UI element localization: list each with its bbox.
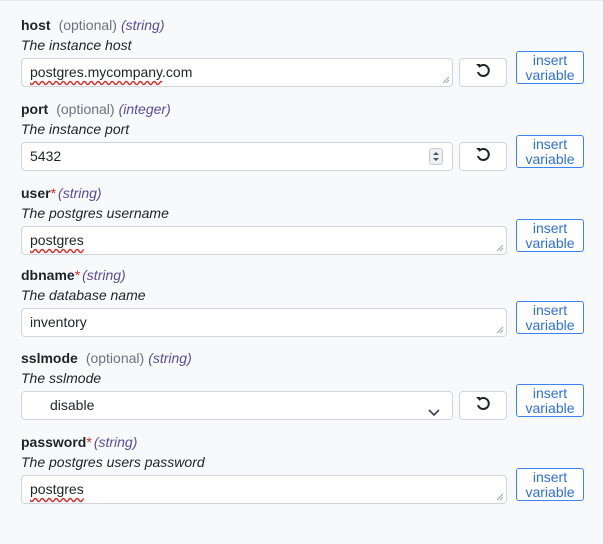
insert-variable-button[interactable]: insert variable [516,301,584,334]
field-description: The instance port [21,121,130,137]
input-value: 5432 [30,148,62,164]
resize-grip-icon[interactable] [496,493,504,501]
number-spinner-icon[interactable] [429,148,443,165]
required-marker: * [86,434,92,450]
sslmode-select[interactable]: disable [21,391,453,420]
field-type: (string) [58,185,102,201]
host-input[interactable]: postgres.mycompany.com [21,58,453,87]
required-marker: * [74,267,81,283]
field-header: dbname* (string) [21,266,126,284]
required-marker: * [50,185,57,201]
field-type: (string) [82,267,126,283]
insert-variable-button[interactable]: insert variable [516,219,584,252]
optional-label: (optional) [58,17,117,33]
input-value-misspelled: postgres.mycompany [30,64,163,80]
top-divider [0,0,603,1]
chevron-down-icon [428,400,440,427]
field-name: port [21,101,49,117]
field-name: password [21,434,87,450]
input-value: inventory [30,314,87,330]
insert-variable-button[interactable]: insert variable [516,135,584,168]
optional-label: (optional) [85,350,145,366]
select-value: disable [50,397,95,413]
undo-icon [474,145,492,168]
insert-variable-button[interactable]: insert variable [516,51,584,84]
resize-grip-icon[interactable] [442,76,450,84]
field-header: sslmode (optional) (string) [21,349,192,367]
field-description: The database name [21,287,146,303]
input-value: .com [162,64,193,80]
field-name: user [21,185,51,201]
field-name: sslmode [21,350,78,366]
input-value: postgres [30,481,84,497]
field-description: The sslmode [21,370,102,386]
optional-label: (optional) [56,101,115,117]
resize-grip-icon[interactable] [496,326,504,334]
insert-variable-button[interactable]: insert variable [516,468,584,501]
reset-button[interactable] [459,142,507,171]
field-header: host (optional) (string) [21,16,165,34]
field-type: (string) [120,17,165,33]
password-input[interactable]: postgres [21,475,507,504]
reset-button[interactable] [459,391,507,420]
field-description: The postgres username [21,205,169,221]
field-header: user* (string) [21,184,102,202]
field-name: host [21,17,51,33]
undo-icon [474,394,492,417]
insert-variable-button[interactable]: insert variable [516,384,584,417]
field-name: dbname [21,267,75,283]
field-description: The postgres users password [21,454,205,470]
field-type: (integer) [118,101,171,117]
field-type: (string) [93,434,138,450]
field-header: password* (string) [21,433,137,451]
field-header: port (optional) (integer) [21,100,171,118]
dbname-input[interactable]: inventory [21,308,507,337]
field-type: (string) [148,350,192,366]
input-value: postgres [30,232,84,248]
undo-icon [474,61,492,84]
field-description: The instance host [21,37,132,53]
user-input[interactable]: postgres [21,226,507,255]
resize-grip-icon[interactable] [496,244,504,252]
reset-button[interactable] [459,58,507,87]
port-input[interactable]: 5432 [21,142,453,171]
